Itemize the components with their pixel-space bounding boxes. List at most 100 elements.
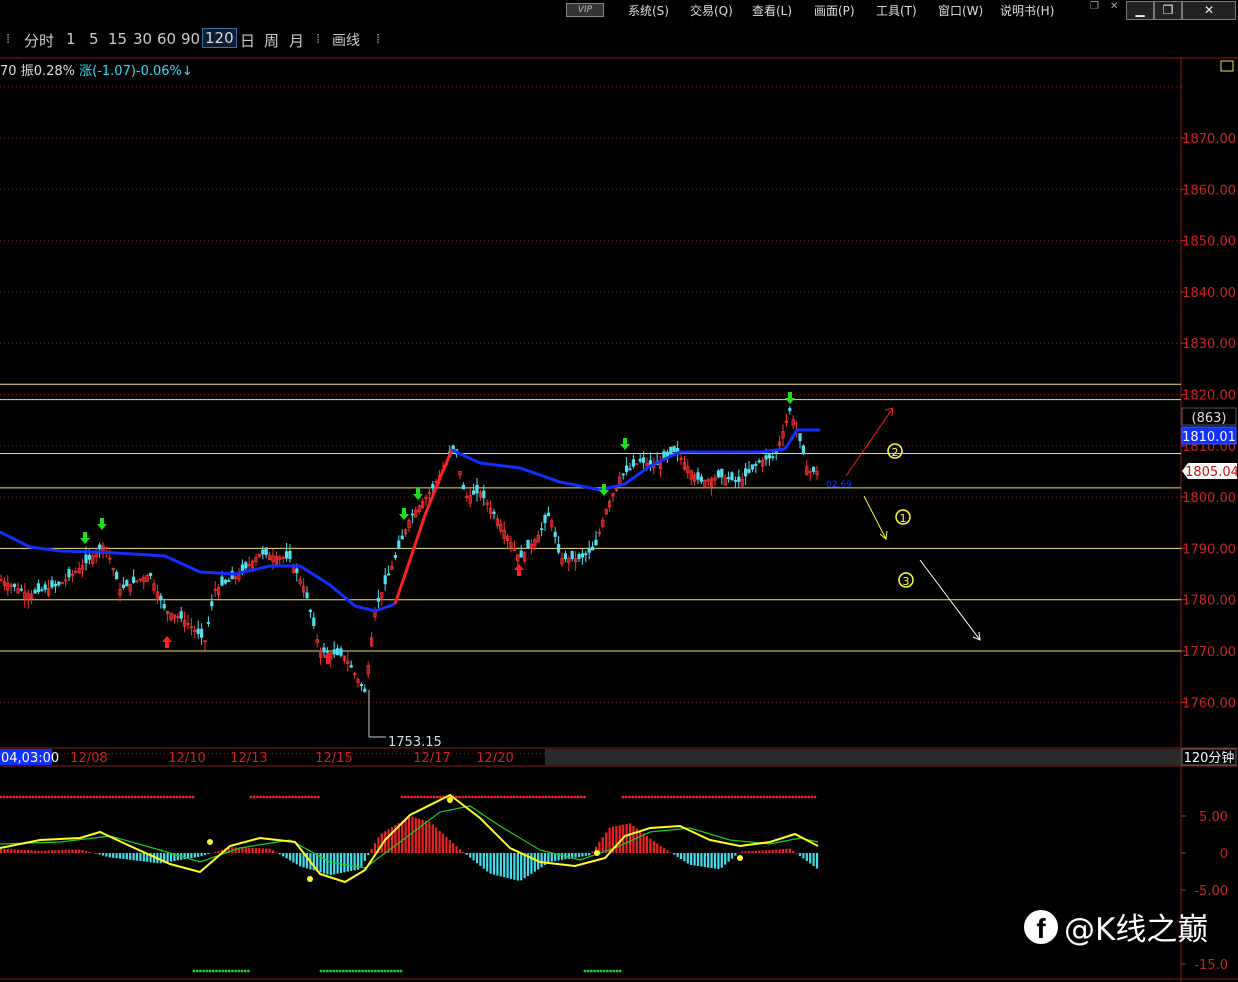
osc-top-dot bbox=[57, 795, 60, 799]
osc-top-dot bbox=[810, 795, 814, 799]
sell-signal-icon bbox=[785, 392, 795, 404]
candle bbox=[574, 551, 578, 571]
candle bbox=[16, 582, 20, 595]
candle bbox=[414, 506, 418, 518]
support-lines bbox=[0, 383, 1181, 652]
candle bbox=[261, 545, 265, 560]
candle bbox=[67, 566, 71, 581]
candle bbox=[584, 550, 588, 563]
osc-top-dot bbox=[528, 795, 532, 799]
osc-top-dot bbox=[6, 795, 9, 799]
watermark-text: @K线之巅 bbox=[1064, 912, 1209, 948]
candle bbox=[233, 575, 238, 585]
osc-top-dot bbox=[47, 795, 51, 799]
osc-bottom-dot bbox=[345, 969, 348, 973]
candle bbox=[152, 579, 156, 594]
candle bbox=[417, 504, 421, 515]
osc-top-dot bbox=[140, 795, 144, 799]
candle bbox=[393, 552, 398, 561]
candle bbox=[9, 582, 13, 594]
candle bbox=[257, 553, 262, 558]
candle bbox=[815, 465, 819, 480]
candle bbox=[111, 567, 115, 577]
candle bbox=[101, 541, 105, 559]
osc-bottom-dot bbox=[234, 969, 238, 973]
candle bbox=[672, 445, 676, 453]
osc-top-dot bbox=[12, 795, 16, 799]
candle bbox=[757, 458, 761, 464]
osc-top-dot bbox=[506, 795, 509, 799]
osc-top-dot bbox=[175, 795, 179, 799]
osc-top-dot bbox=[66, 795, 70, 799]
osc-top-dot bbox=[191, 795, 195, 799]
osc-top-dot bbox=[768, 795, 772, 799]
osc-bottom-dot bbox=[218, 969, 222, 973]
osc-top-dot bbox=[724, 795, 727, 799]
osc-top-dot bbox=[762, 795, 766, 799]
candle bbox=[740, 472, 744, 489]
panel-toggle-icon[interactable] bbox=[1220, 60, 1234, 72]
candle bbox=[689, 468, 693, 485]
candle bbox=[546, 506, 551, 517]
period-tag: 120分钟 bbox=[1184, 750, 1235, 766]
candle bbox=[543, 512, 547, 531]
osc-top-dot bbox=[15, 795, 19, 799]
osc-top-dot bbox=[714, 795, 718, 799]
kline-chart[interactable]: 1870.00 1860.00 1850.00 1840.00 1830.00 1820.… bbox=[0, 0, 1238, 982]
candle bbox=[47, 579, 51, 598]
sell-signal-icon bbox=[80, 532, 90, 544]
candle bbox=[788, 406, 792, 415]
price-axis-label: 1870.00 bbox=[1182, 132, 1236, 147]
candle bbox=[70, 570, 74, 582]
candle bbox=[805, 459, 809, 476]
osc-top-dot bbox=[656, 795, 660, 799]
osc-top-dot bbox=[660, 795, 663, 799]
candle bbox=[737, 469, 741, 488]
osc-top-dot bbox=[22, 795, 25, 799]
candle bbox=[727, 471, 731, 483]
candle bbox=[754, 461, 758, 474]
candle bbox=[509, 535, 513, 553]
osc-top-dot bbox=[567, 795, 570, 799]
candle bbox=[50, 576, 54, 590]
candle bbox=[706, 477, 710, 487]
candle bbox=[625, 457, 629, 476]
candle bbox=[223, 578, 227, 585]
osc-top-dot bbox=[288, 795, 291, 799]
osc-top-dot bbox=[695, 795, 698, 799]
candle bbox=[628, 463, 632, 471]
svg-text:3: 3 bbox=[903, 575, 910, 588]
osc-top-dot bbox=[0, 795, 3, 799]
cursor-date-label: 04,03:00 bbox=[1, 751, 59, 766]
candle bbox=[557, 536, 561, 555]
cursor-price-tag: 1810.01 bbox=[1181, 426, 1237, 445]
osc-bottom-dot bbox=[231, 969, 234, 973]
osc-top-dot bbox=[720, 795, 724, 799]
osc-top-dot bbox=[541, 795, 545, 799]
osc-bottom-dot bbox=[618, 969, 622, 973]
price-axis-label: 1770.00 bbox=[1182, 645, 1236, 660]
osc-top-dot bbox=[778, 795, 782, 799]
osc-top-dot bbox=[522, 795, 525, 799]
osc-top-dot bbox=[730, 795, 734, 799]
osc-top-dot bbox=[410, 795, 413, 799]
osc-top-dot bbox=[63, 795, 67, 799]
candle bbox=[342, 655, 347, 664]
price-axis-label: 1760.00 bbox=[1182, 696, 1236, 711]
osc-top-dot bbox=[95, 795, 99, 799]
candle bbox=[526, 539, 530, 549]
osc-top-dot bbox=[111, 795, 115, 799]
osc-top-dot bbox=[640, 795, 644, 799]
osc-top-dot bbox=[547, 795, 551, 799]
date-axis-label: 12/17 bbox=[413, 751, 450, 766]
osc-bottom-dot bbox=[240, 969, 244, 973]
candle bbox=[213, 581, 217, 597]
osc-top-dot bbox=[701, 795, 705, 799]
osc-top-dot bbox=[471, 795, 474, 799]
osc-bottom-dot bbox=[399, 969, 403, 973]
osc-top-dot bbox=[18, 795, 22, 799]
osc-top-dot bbox=[727, 795, 730, 799]
ma-line-segment bbox=[451, 428, 820, 492]
candle bbox=[475, 477, 479, 502]
candle bbox=[710, 476, 714, 496]
